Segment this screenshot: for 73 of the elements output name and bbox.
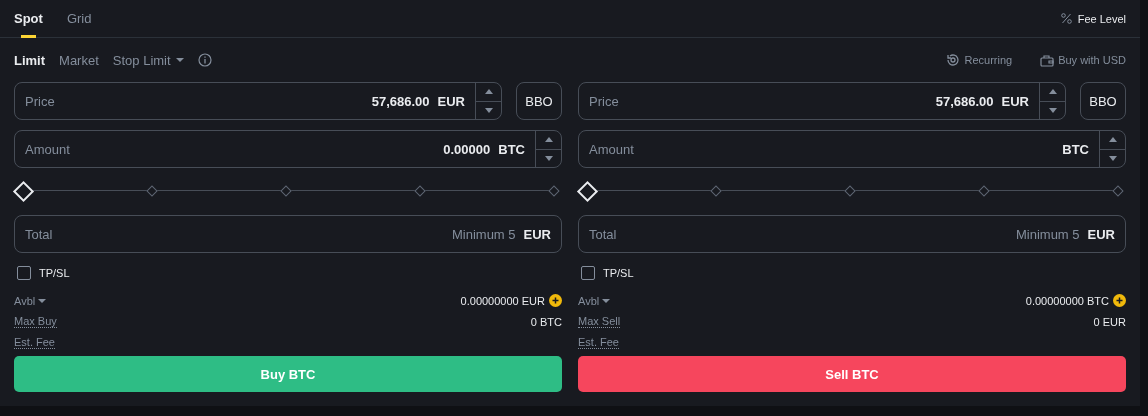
slider-tick bbox=[414, 185, 426, 197]
total-field[interactable]: Total Minimum 5 EUR bbox=[578, 215, 1126, 253]
total-field[interactable]: Total Minimum 5 EUR bbox=[14, 215, 562, 253]
slider-tick bbox=[710, 185, 722, 197]
field-placeholder: Minimum 5 bbox=[451, 226, 516, 242]
field-label: Price bbox=[589, 93, 620, 109]
slider-tick bbox=[146, 185, 158, 197]
fee-label: Est. Fee bbox=[14, 336, 55, 349]
field-label: Amount bbox=[25, 141, 71, 157]
slider-tick bbox=[548, 185, 560, 197]
field-value: 57,686.00 bbox=[935, 93, 994, 109]
up-icon bbox=[544, 137, 553, 143]
field-label: Total bbox=[589, 226, 618, 242]
order-type-tab[interactable]: Stop Limit bbox=[112, 52, 184, 68]
unit-label: EUR bbox=[523, 226, 551, 242]
bbo-button[interactable]: BBO bbox=[1080, 82, 1126, 120]
tab[interactable]: Grid bbox=[66, 0, 92, 38]
wallet-link[interactable]: Buy with USD bbox=[1058, 54, 1126, 66]
caret-icon[interactable] bbox=[602, 298, 611, 303]
info-icon[interactable] bbox=[197, 53, 212, 67]
down-icon bbox=[1108, 155, 1117, 161]
down-icon bbox=[484, 107, 493, 113]
max-label: Max Buy bbox=[14, 315, 57, 328]
amount-field[interactable]: Amount BTC bbox=[578, 130, 1126, 168]
slider-tick bbox=[978, 185, 990, 197]
down-icon bbox=[1048, 107, 1057, 113]
max-value: 0 EUR bbox=[1093, 315, 1126, 328]
price-field[interactable]: Price 57,686.00 EUR bbox=[578, 82, 1066, 120]
order-type-tab[interactable]: Market bbox=[59, 52, 99, 68]
up-icon bbox=[1048, 89, 1057, 95]
up-icon bbox=[484, 89, 493, 95]
field-value: 57,686.00 bbox=[371, 93, 430, 109]
unit-label: BTC bbox=[498, 141, 525, 157]
fee-level-link[interactable]: Fee Level bbox=[1077, 12, 1126, 25]
wallet-icon bbox=[1040, 53, 1055, 67]
checkbox[interactable] bbox=[581, 266, 595, 280]
slider-tick bbox=[1112, 185, 1124, 197]
checkbox[interactable] bbox=[17, 266, 31, 280]
slider-tick bbox=[844, 185, 856, 197]
unit-label: BTC bbox=[1062, 141, 1089, 157]
unit-label: EUR bbox=[1087, 226, 1115, 242]
tab[interactable]: Spot bbox=[14, 0, 43, 38]
field-label: Price bbox=[25, 93, 56, 109]
field-placeholder: Minimum 5 bbox=[1015, 226, 1080, 242]
caret-icon bbox=[175, 58, 184, 62]
slider-tick bbox=[280, 185, 292, 197]
checkbox-label: TP/SL bbox=[39, 267, 70, 279]
add-funds-icon[interactable] bbox=[1113, 294, 1126, 307]
add-funds-icon[interactable] bbox=[549, 294, 562, 307]
max-value: 0 BTC bbox=[530, 315, 562, 328]
available-value: 0.00000000 EUR bbox=[460, 294, 545, 307]
recurring-link[interactable]: Recurring bbox=[964, 54, 1013, 66]
field-label: Amount bbox=[589, 141, 635, 157]
caret-icon[interactable] bbox=[38, 298, 47, 303]
available-label: Avbl bbox=[14, 294, 36, 307]
checkbox-label: TP/SL bbox=[603, 267, 634, 279]
amount-field[interactable]: Amount 0.00000 BTC bbox=[14, 130, 562, 168]
available-label: Avbl bbox=[578, 294, 600, 307]
field-label: Total bbox=[25, 226, 54, 242]
recurring-icon bbox=[946, 53, 961, 67]
down-icon bbox=[544, 155, 553, 161]
unit-label: EUR bbox=[1001, 93, 1029, 109]
up-icon bbox=[1108, 137, 1117, 143]
unit-label: EUR bbox=[437, 93, 465, 109]
sell-button[interactable]: Sell BTC bbox=[578, 356, 1126, 392]
field-value: 0.00000 bbox=[443, 141, 491, 157]
order-type-tab[interactable]: Limit bbox=[14, 52, 46, 68]
max-label: Max Sell bbox=[578, 315, 621, 328]
available-value: 0.00000000 BTC bbox=[1025, 294, 1109, 307]
percent-icon bbox=[1060, 13, 1072, 24]
price-field[interactable]: Price 57,686.00 EUR bbox=[14, 82, 502, 120]
bbo-button[interactable]: BBO bbox=[516, 82, 562, 120]
fee-label: Est. Fee bbox=[578, 336, 619, 349]
